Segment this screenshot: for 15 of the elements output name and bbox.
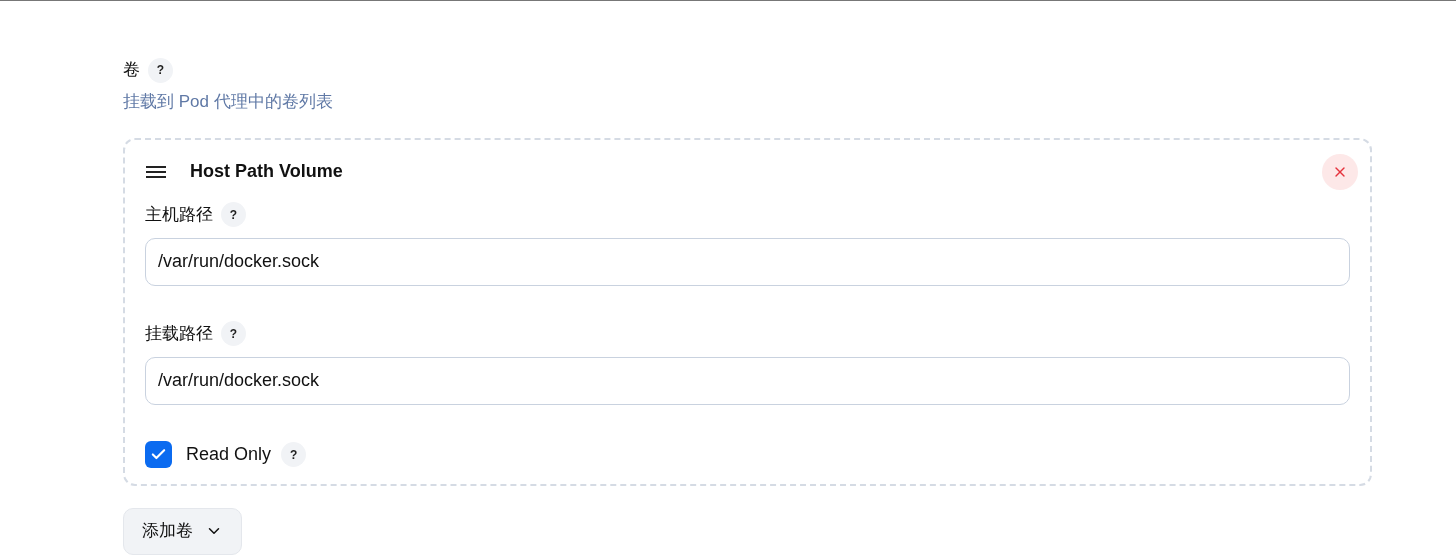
text-field[interactable]: /var/run/docker.sock [145, 237, 1350, 286]
help-button[interactable]: ? [221, 202, 246, 227]
text-field[interactable]: /var/run/docker.sock [145, 356, 1350, 405]
section-label: 卷 [123, 59, 140, 82]
field-label: 挂载路径 [145, 322, 213, 345]
checkbox[interactable] [145, 441, 172, 468]
help-button[interactable]: ? [281, 442, 307, 467]
drag-handle-icon[interactable] [145, 164, 167, 179]
checkbox-label: Read Only [186, 443, 272, 466]
section-description: 挂载到 Pod 代理中的卷列表 [123, 91, 334, 113]
field-label: 主机路径 [145, 203, 213, 226]
help-button[interactable]: ? [148, 57, 173, 83]
add-volume-button[interactable]: 添加卷 [123, 507, 242, 555]
card-title: Host Path Volume [190, 160, 343, 183]
help-button[interactable]: ? [221, 321, 246, 346]
